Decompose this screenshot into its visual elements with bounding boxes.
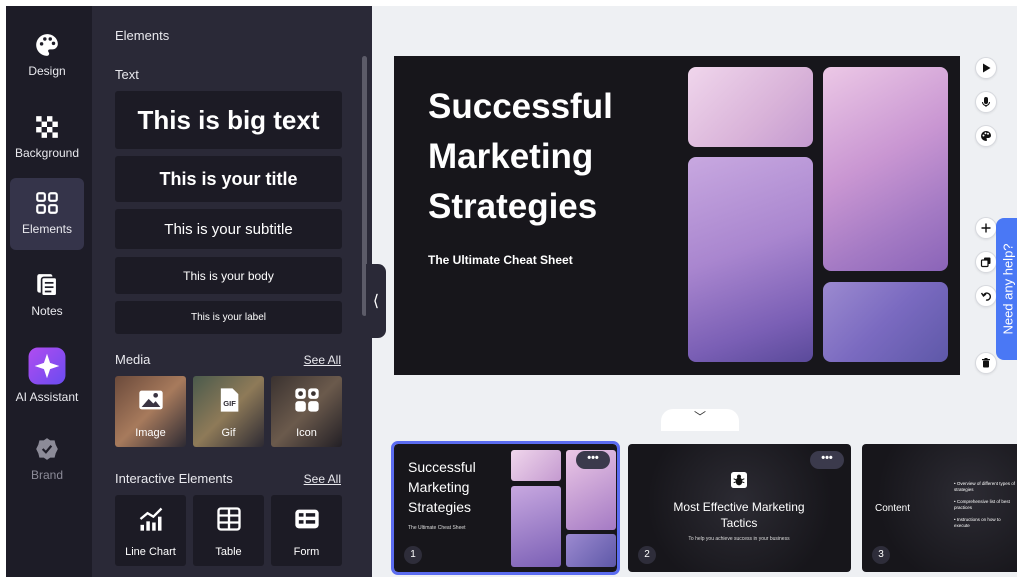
duplicate-slide-button[interactable] [975,251,997,273]
thumbnail-bullet: • Instructions on how to execute [954,517,1001,528]
title-text-button[interactable]: This is your title [115,156,342,202]
bug-icon [731,472,747,488]
interactive-see-all-link[interactable]: See All [304,472,341,486]
thumbnail-image [511,486,561,567]
notes-icon [37,274,58,297]
tile-label: Form [293,546,320,558]
interactive-tile-form[interactable]: Form [271,495,342,566]
rail-label: Background [14,146,80,160]
subtitle-text-button[interactable]: This is your subtitle [115,209,342,249]
slide-image-top-left[interactable] [688,67,813,147]
elements-grid-icon [36,192,58,214]
thumbnail-subtitle: The Ultimate Cheat Sheet [408,525,466,531]
elements-panel: Elements Text This is big text This is y… [92,6,372,577]
table-icon [217,507,241,531]
tile-label: Line Chart [125,546,176,558]
duplicate-icon [980,257,991,268]
thumbnail-more-button[interactable]: ••• [576,451,610,469]
record-audio-button[interactable] [975,91,997,113]
help-tab[interactable]: Need any help? [996,218,1017,360]
svg-text:GIF: GIF [223,399,236,408]
interactive-section-label: Interactive Elements [115,471,233,486]
thumbnail-number: 2 [638,546,656,564]
icon-grid-icon [295,388,319,412]
body-text-button[interactable]: This is your body [115,257,342,294]
present-button[interactable] [975,57,997,79]
media-section-label: Media [115,352,151,367]
slide-image-top-right[interactable] [823,67,948,271]
left-rail: Design Background Elements Notes AI Assi… [6,6,92,577]
chevron-left-icon: ⟨ [372,293,380,310]
trash-icon [982,358,990,368]
media-tile-icon[interactable]: Icon [271,376,342,447]
label-text-button[interactable]: This is your label [115,301,342,334]
slide-theme-button[interactable] [975,125,997,147]
media-tile-gif[interactable]: GIF Gif [193,376,264,447]
image-icon [139,390,163,410]
plus-icon [981,223,991,233]
ai-sparkle-icon [28,347,66,385]
slide-image-bottom-left[interactable] [688,157,813,362]
thumbnail-title: Most Effective Marketing Tactics [673,500,805,530]
rail-item-elements[interactable]: Elements [10,178,84,250]
palette-icon [981,131,991,141]
thumbnail-subtitle: To help you achieve success in your busi… [688,536,790,542]
rail-item-design[interactable]: Design [10,20,84,92]
media-tile-image[interactable]: Image [115,376,186,447]
thumbnail-bullet: • Overview of different types of strateg… [954,481,1016,492]
microphone-icon [982,97,990,107]
thumbnail-image [566,534,616,567]
rail-label: Brand [30,468,64,482]
panel-title: Elements [115,28,170,43]
thumbnail-number: 3 [872,546,890,564]
line-chart-icon [139,507,163,531]
form-icon [295,509,319,529]
chevron-down-icon: ﹀ [693,410,706,424]
add-slide-button[interactable] [975,217,997,239]
interactive-tile-line-chart[interactable]: Line Chart [115,495,186,566]
slide-canvas[interactable]: Successful Marketing Strategies The Ulti… [394,56,960,375]
rail-label: Elements [21,222,73,236]
palette-icon [36,34,58,56]
slide-subtitle[interactable]: The Ultimate Cheat Sheet [428,253,573,267]
presentation-editor: Design Background Elements Notes AI Assi… [6,6,1017,577]
slide-image-bottom-right[interactable] [823,282,948,362]
brand-badge-icon [36,438,58,460]
thumbnail-more-button[interactable]: ••• [810,451,844,469]
checkerboard-icon [36,116,58,138]
slide-title[interactable]: Successful Marketing Strategies [428,82,678,232]
slide-thumbnail-2[interactable]: Most Effective Marketing Tactics To help… [628,444,851,572]
help-tab-label: Need any help? [1000,243,1016,335]
text-section-label: Text [115,67,139,82]
play-icon [983,63,991,73]
big-text-button[interactable]: This is big text [115,91,342,149]
rail-label: Notes [31,304,63,318]
tile-label: Image [135,427,166,439]
rail-label: Design [28,64,66,78]
delete-slide-button[interactable] [975,352,997,374]
interactive-tile-table[interactable]: Table [193,495,264,566]
rail-label: AI Assistant [15,390,79,404]
thumbnail-image [511,450,561,481]
toggle-filmstrip-button[interactable]: ﹀ [661,409,739,431]
rail-item-ai-assistant[interactable]: AI Assistant [10,340,84,412]
rail-item-brand[interactable]: Brand [10,424,84,496]
thumbnail-bullet: • Comprehensive list of best practices [954,499,1010,510]
rail-item-notes[interactable]: Notes [10,260,84,332]
thumbnail-title: Successful Marketing Strategies [408,459,476,515]
tile-label: Table [215,546,242,558]
slide-thumbnail-3[interactable]: Content • Overview of different types of… [862,444,1017,572]
slide-thumbnail-1[interactable]: Successful Marketing Strategies The Ulti… [391,441,620,575]
collapse-panel-button[interactable]: ⟨ [366,264,386,338]
thumbnail-bullet-list: • Overview of different types of strateg… [954,481,1016,529]
undo-button[interactable] [975,285,997,307]
rail-item-background[interactable]: Background [10,102,84,174]
thumbnail-number: 1 [404,546,422,564]
undo-icon [980,292,991,301]
tile-label: Icon [296,427,317,439]
gif-icon: GIF [220,388,239,412]
media-see-all-link[interactable]: See All [304,353,341,367]
tile-label: Gif [221,427,236,439]
